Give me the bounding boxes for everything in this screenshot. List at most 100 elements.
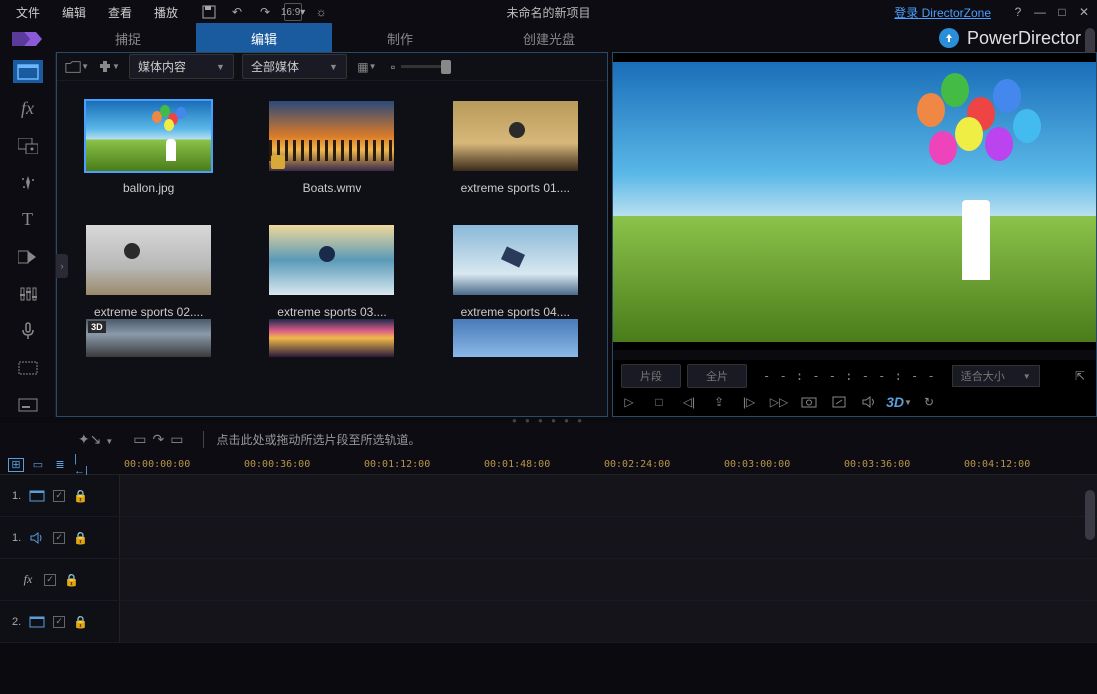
brand-upload-icon[interactable] bbox=[939, 28, 959, 48]
track-lock-icon[interactable]: 🔒 bbox=[64, 573, 79, 587]
video-track: 1. ✓ 🔒 bbox=[0, 475, 1097, 517]
preview-undock-icon[interactable]: ⇱ bbox=[1072, 368, 1088, 384]
maximize-icon[interactable]: □ bbox=[1055, 5, 1069, 19]
track-lock-icon[interactable]: 🔒 bbox=[73, 489, 88, 503]
media-item[interactable]: 3D bbox=[67, 319, 230, 357]
media-label: extreme sports 04.... bbox=[461, 305, 570, 319]
preview-panel: 片段 全片 - - : - - : - - : - - 适合大小▼ ⇱ ▷ □ … bbox=[612, 52, 1097, 417]
tab-produce[interactable]: 制作 bbox=[332, 23, 468, 54]
snapshot-icon[interactable] bbox=[801, 394, 817, 410]
transition-room-icon[interactable] bbox=[13, 245, 43, 268]
step-icon[interactable]: ⇪ bbox=[711, 394, 727, 410]
fast-forward-icon[interactable]: ▷▷ bbox=[771, 394, 787, 410]
media-item[interactable]: extreme sports 03.... bbox=[250, 225, 413, 319]
video-track-icon bbox=[29, 489, 45, 503]
menu-view[interactable]: 查看 bbox=[98, 1, 142, 24]
redo-icon[interactable]: ↷ bbox=[256, 3, 274, 21]
particle-room-icon[interactable] bbox=[13, 171, 43, 194]
preview-viewport[interactable] bbox=[613, 53, 1096, 350]
menu-edit[interactable]: 编辑 bbox=[52, 1, 96, 24]
track-lane[interactable] bbox=[120, 517, 1097, 558]
timeline: ⊞ ▭ ≣ |←| 00:00:00:00 00:00:36:00 00:01:… bbox=[0, 455, 1097, 643]
preview-scrubber[interactable] bbox=[613, 350, 1096, 360]
prev-frame-icon[interactable]: ◁| bbox=[681, 394, 697, 410]
track-lane[interactable] bbox=[120, 475, 1097, 516]
app-logo-icon bbox=[10, 28, 46, 50]
menu-file[interactable]: 文件 bbox=[6, 1, 50, 24]
media-item[interactable]: extreme sports 04.... bbox=[434, 225, 597, 319]
media-label: extreme sports 01.... bbox=[461, 181, 570, 195]
minimize-icon[interactable]: — bbox=[1033, 5, 1047, 19]
volume-icon[interactable] bbox=[861, 394, 877, 410]
tab-edit[interactable]: 编辑 bbox=[196, 23, 332, 54]
track-visible-checkbox[interactable]: ✓ bbox=[53, 616, 65, 628]
track-lock-icon[interactable]: 🔒 bbox=[73, 531, 88, 545]
play-icon[interactable]: ▷ bbox=[621, 394, 637, 410]
timeline-scrollbar[interactable] bbox=[1085, 490, 1095, 540]
menu-play[interactable]: 播放 bbox=[144, 1, 188, 24]
media-item[interactable] bbox=[434, 319, 597, 357]
brand-text: PowerDirector bbox=[967, 28, 1081, 49]
tool-icon[interactable]: ▭ bbox=[133, 431, 146, 448]
media-item[interactable]: extreme sports 02.... bbox=[67, 225, 230, 319]
timeline-toolbar: ✦↘ ▼ ▭ ↷ ▭ 点击此处或拖动所选片段至所选轨道。 bbox=[0, 423, 1097, 455]
aspect-ratio-selector[interactable]: 16:9 ▾ bbox=[284, 3, 302, 21]
media-item[interactable]: ballon.jpg bbox=[67, 101, 230, 195]
library-filter-dropdown[interactable]: 媒体内容▼ bbox=[129, 54, 234, 79]
track-lock-icon[interactable]: 🔒 bbox=[73, 615, 88, 629]
timeline-hint: 点击此处或拖动所选片段至所选轨道。 bbox=[203, 431, 420, 448]
media-label: extreme sports 02.... bbox=[94, 305, 203, 319]
library-view-icon[interactable]: ▦ ▼ bbox=[355, 57, 379, 77]
help-icon[interactable]: ? bbox=[1011, 5, 1025, 19]
timeline-view-icon[interactable]: ▭ bbox=[30, 458, 46, 472]
pip-room-icon[interactable] bbox=[13, 134, 43, 157]
director-zone-link[interactable]: 登录 DirectorZone bbox=[894, 4, 991, 21]
library-media-type-dropdown[interactable]: 全部媒体▼ bbox=[242, 54, 347, 79]
track-lane[interactable] bbox=[120, 559, 1097, 600]
3d-toggle-icon[interactable]: 3D ▼ bbox=[891, 394, 907, 410]
timeline-ruler[interactable]: 00:00:00:00 00:00:36:00 00:01:12:00 00:0… bbox=[120, 455, 1097, 474]
timecode-display: - - : - - : - - : - - bbox=[753, 369, 946, 383]
plugins-icon[interactable]: ▼ bbox=[97, 57, 121, 77]
clip-mode-button[interactable]: 片段 bbox=[621, 364, 681, 388]
marker-icon[interactable]: |←| bbox=[74, 458, 90, 472]
title-room-icon[interactable]: T bbox=[13, 208, 43, 231]
tool-icon[interactable]: ▭ bbox=[170, 431, 183, 448]
media-room-icon[interactable] bbox=[13, 60, 43, 83]
import-media-icon[interactable]: ▼ bbox=[65, 57, 89, 77]
preview-quality-icon[interactable] bbox=[831, 394, 847, 410]
settings-icon[interactable]: ☼ bbox=[312, 3, 330, 21]
voiceover-room-icon[interactable] bbox=[13, 320, 43, 343]
audio-mix-room-icon[interactable] bbox=[13, 283, 43, 306]
stop-icon[interactable]: □ bbox=[651, 394, 667, 410]
3d-badge-icon: 3D bbox=[88, 321, 106, 333]
fx-room-icon[interactable]: fx bbox=[13, 97, 43, 120]
chapter-room-icon[interactable] bbox=[13, 357, 43, 380]
magic-tools-icon[interactable]: ✦↘ ▼ bbox=[78, 431, 113, 448]
track-visible-checkbox[interactable]: ✓ bbox=[44, 574, 56, 586]
track-manager-icon[interactable]: ≣ bbox=[52, 458, 68, 472]
media-item[interactable] bbox=[250, 319, 413, 357]
save-icon[interactable] bbox=[200, 3, 218, 21]
tab-disc[interactable]: 创建光盘 bbox=[468, 23, 630, 54]
media-label: extreme sports 03.... bbox=[277, 305, 386, 319]
media-item[interactable]: Boats.wmv bbox=[250, 101, 413, 195]
track-visible-checkbox[interactable]: ✓ bbox=[53, 532, 65, 544]
media-item[interactable]: extreme sports 01.... bbox=[434, 101, 597, 195]
media-label: ballon.jpg bbox=[123, 181, 174, 195]
undo-icon[interactable]: ↶ bbox=[228, 3, 246, 21]
tab-capture[interactable]: 捕捉 bbox=[60, 23, 196, 54]
next-frame-icon[interactable]: |▷ bbox=[741, 394, 757, 410]
timeline-view-icon[interactable]: ⊞ bbox=[8, 458, 24, 472]
video-track: 2. ✓ 🔒 bbox=[0, 601, 1097, 643]
track-lane[interactable] bbox=[120, 601, 1097, 642]
loop-icon[interactable]: ↻ bbox=[921, 394, 937, 410]
video-badge-icon bbox=[271, 155, 285, 169]
track-visible-checkbox[interactable]: ✓ bbox=[53, 490, 65, 502]
tool-arrow-icon[interactable]: ↷ bbox=[153, 431, 165, 448]
subtitle-room-icon[interactable] bbox=[13, 394, 43, 417]
close-icon[interactable]: ✕ bbox=[1077, 5, 1091, 19]
thumbnail-size-slider[interactable]: ▫ bbox=[391, 60, 451, 74]
preview-zoom-dropdown[interactable]: 适合大小▼ bbox=[952, 365, 1040, 387]
movie-mode-button[interactable]: 全片 bbox=[687, 364, 747, 388]
